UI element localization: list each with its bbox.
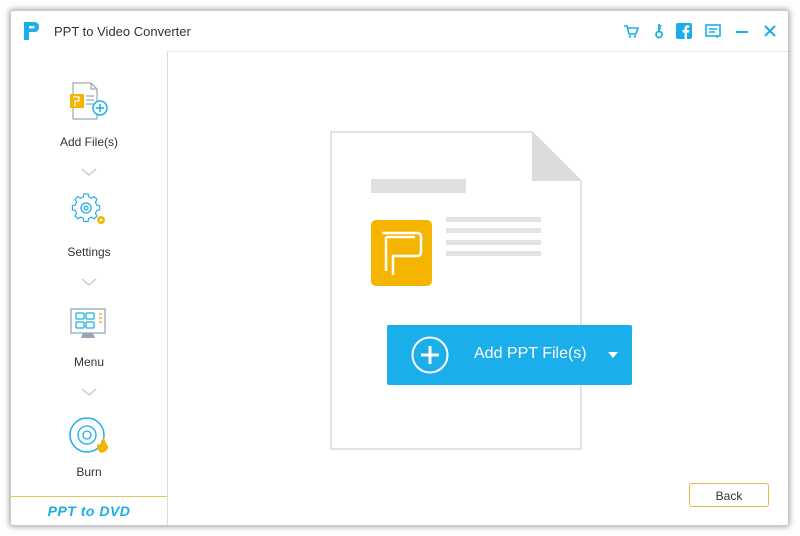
step-add-files[interactable]: Add File(s) [11, 81, 167, 161]
key-icon[interactable] [651, 23, 667, 39]
burn-disc-icon [69, 417, 109, 453]
app-logo-icon [24, 22, 39, 40]
minimize-icon[interactable] [734, 23, 750, 39]
step-burn[interactable]: Burn [11, 411, 167, 491]
menu-template-icon [70, 308, 106, 338]
app-title: PPT to Video Converter [54, 24, 191, 39]
chevron-down-icon [81, 388, 97, 396]
close-icon[interactable] [762, 23, 778, 39]
steps-sidebar: Add File(s) Settings Menu Burn PPT to DV… [11, 51, 168, 525]
step-label-settings: Settings [67, 245, 111, 259]
facebook-icon[interactable] [676, 23, 692, 39]
feedback-icon[interactable] [705, 23, 721, 39]
title-bar: PPT to Video Converter [11, 11, 788, 52]
back-button[interactable]: Back [689, 483, 769, 507]
step-label-add-files: Add File(s) [59, 135, 118, 149]
add-file-icon [70, 82, 108, 120]
step-label-burn: Burn [76, 465, 102, 479]
add-plus-icon [411, 336, 449, 374]
add-ppt-files-label: Add PPT File(s) [474, 345, 587, 362]
chevron-down-icon [81, 168, 97, 176]
ppt-document-illustration [330, 131, 582, 450]
app-window: PPT to Video Converter Add File(s) Setti… [10, 10, 789, 526]
step-label-menu: Menu [73, 355, 105, 369]
chevron-down-icon [81, 278, 97, 286]
cart-icon[interactable] [623, 23, 639, 39]
step-menu[interactable]: Menu [11, 301, 167, 381]
step-settings[interactable]: Settings [11, 191, 167, 271]
caret-down-icon[interactable] [608, 352, 618, 358]
add-ppt-files-button[interactable]: Add PPT File(s) [387, 325, 632, 385]
sidebar-brand: PPT to DVD [11, 496, 167, 525]
settings-gear-icon [71, 193, 105, 224]
main-panel: Add PPT File(s) Back [168, 51, 788, 525]
